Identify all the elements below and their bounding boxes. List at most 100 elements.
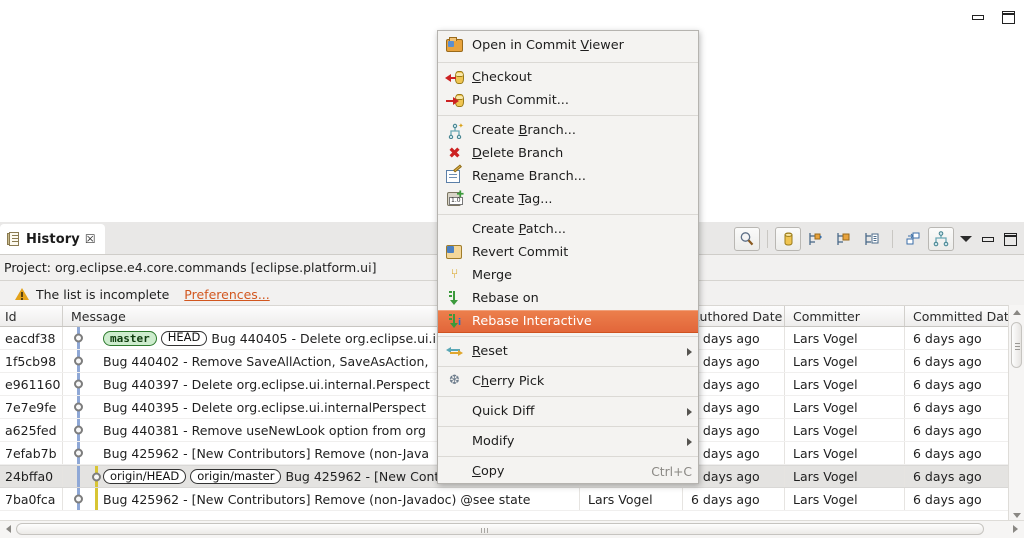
menu-separator (438, 366, 698, 367)
menu-item-create-patch[interactable]: Create Patch... (438, 218, 698, 241)
cell-committer: Lars Vogel (785, 466, 905, 487)
view-toolbar (734, 225, 1020, 253)
column-header-committed-date[interactable]: Committed Date (905, 306, 1009, 326)
vertical-scroll-thumb[interactable] (1011, 322, 1022, 368)
view-minimize-icon[interactable] (978, 228, 998, 250)
menu-item-label: Modify (472, 434, 515, 449)
menu-item-label: Create Tag... (472, 192, 553, 207)
cell-id: eacdf38 (0, 327, 63, 349)
menu-item-checkout[interactable]: Checkout (438, 66, 698, 89)
menu-item-open-in-commit-viewer[interactable]: Open in Commit Viewer (438, 31, 698, 59)
ref-badge: origin/master (190, 469, 282, 484)
commit-graph-lane (63, 442, 103, 464)
menu-item-label: Copy (472, 464, 505, 479)
menu-item-label: Rename Branch... (472, 169, 586, 184)
menu-item-label: Quick Diff (472, 404, 535, 419)
no-icon (446, 403, 464, 420)
cell-committed-date: 6 days ago (913, 376, 982, 392)
submenu-arrow-icon (687, 437, 692, 446)
view-menu-icon[interactable] (956, 228, 976, 250)
menu-separator (438, 426, 698, 427)
minimize-icon[interactable] (970, 9, 986, 25)
horizontal-scrollbar[interactable] (0, 520, 1024, 538)
preferences-link[interactable]: Preferences... (184, 287, 269, 302)
revert-commit-icon (446, 244, 464, 261)
rebase-icon (446, 290, 464, 307)
menu-separator (438, 456, 698, 457)
cell-id: 7e7e9fe (0, 396, 63, 418)
menu-item-label: Revert Commit (472, 245, 569, 260)
menu-item-label: Cherry Pick (472, 374, 545, 389)
maximize-icon[interactable] (1000, 9, 1016, 25)
column-header-committer[interactable]: Committer (785, 306, 905, 326)
compare-mode-icon[interactable] (900, 227, 926, 251)
cell-committed-date: 6 days ago (913, 445, 982, 461)
commit-message: Bug 440405 - Delete org.eclipse.ui.i (211, 330, 436, 346)
commit-message: Bug 440402 - Remove SaveAllAction, SaveA… (103, 353, 429, 369)
menu-item-rebase-interactive[interactable]: i Rebase Interactive (438, 310, 698, 333)
cell-committed-date: 6 days ago (913, 491, 982, 507)
commit-graph-lane (63, 396, 103, 418)
svg-text:✦: ✦ (458, 122, 464, 130)
open-folder-icon (446, 36, 464, 54)
checkout-icon (445, 69, 464, 86)
scroll-right-icon[interactable] (1008, 521, 1022, 537)
scroll-up-icon[interactable] (1009, 305, 1024, 320)
show-all-branches-icon[interactable] (928, 227, 954, 251)
commit-message: Bug 440397 - Delete org.eclipse.ui.inter… (103, 376, 430, 392)
menu-item-copy[interactable]: Copy Ctrl+C (438, 460, 698, 483)
menu-item-label: Rebase on (472, 291, 539, 306)
filter-repository-icon[interactable] (775, 227, 801, 251)
no-icon (446, 463, 464, 480)
filter-folder-icon[interactable] (831, 227, 857, 251)
cell-id: 1f5cb98 (0, 350, 63, 372)
menu-separator (438, 62, 698, 63)
reset-icon (446, 343, 464, 360)
commit-graph-lane (63, 419, 103, 441)
warning-label: The list is incomplete (36, 286, 170, 302)
find-icon[interactable] (734, 227, 760, 251)
close-icon[interactable]: ☒ (85, 233, 96, 245)
menu-item-quick-diff[interactable]: Quick Diff (438, 400, 698, 423)
create-tag-icon: 1.0 ✚ (446, 191, 464, 208)
cell-committer: Lars Vogel (785, 350, 905, 372)
menu-separator (438, 214, 698, 215)
menu-item-delete-branch[interactable]: ✖ Delete Branch (438, 142, 698, 165)
cell-committed-date: 6 days ago (913, 353, 982, 369)
commit-message: Bug 425962 - [New Contributors] Remove (… (103, 491, 531, 507)
menu-separator (438, 115, 698, 116)
menu-item-rename-branch[interactable]: Rename Branch... (438, 164, 698, 188)
view-maximize-icon[interactable] (1000, 228, 1020, 250)
cell-authored-date: 6 days ago (683, 488, 785, 510)
cell-id: a625fed (0, 419, 63, 441)
rebase-interactive-icon: i (446, 313, 464, 330)
menu-item-cherry-pick[interactable]: ❆ Cherry Pick (438, 370, 698, 393)
ref-badge: master (103, 330, 157, 346)
table-row[interactable]: 7ba0fca Bug 425962 - [New Contributors] R… (0, 488, 1024, 511)
tab-history[interactable]: History ☒ (0, 224, 105, 254)
cell-committer: Lars Vogel (785, 327, 905, 349)
menu-item-reset[interactable]: Reset (438, 340, 698, 363)
menu-item-label: Open in Commit Viewer (472, 37, 624, 53)
menu-item-merge[interactable]: ⑂ Merge (438, 264, 698, 287)
application-window: History ☒ Project: org.eclipse.e4.core.c… (0, 0, 1024, 538)
menu-item-create-branch[interactable]: ✦ Create Branch... (438, 119, 698, 142)
message-text: Bug 425962 - [New Contributors] Remove (… (103, 492, 579, 507)
menu-item-revert-commit[interactable]: Revert Commit (438, 241, 698, 264)
cell-committer: Lars Vogel (785, 442, 905, 464)
cell-id: e961160 (0, 373, 63, 395)
column-header-id[interactable]: Id (0, 306, 63, 326)
menu-item-create-tag[interactable]: 1.0 ✚ Create Tag... (438, 188, 698, 211)
menu-item-label: Create Branch... (472, 123, 576, 138)
horizontal-scroll-thumb[interactable] (16, 523, 984, 535)
menu-item-label: Reset (472, 344, 508, 359)
filter-project-icon[interactable] (803, 227, 829, 251)
commit-graph-lane (63, 373, 103, 395)
vertical-scrollbar[interactable] (1008, 305, 1024, 523)
filter-file-icon[interactable] (859, 227, 885, 251)
scroll-left-icon[interactable] (1, 521, 15, 537)
menu-item-rebase-on[interactable]: Rebase on (438, 287, 698, 310)
menu-item-modify[interactable]: Modify (438, 430, 698, 453)
menu-item-push-commit[interactable]: Push Commit... (438, 89, 698, 112)
menu-separator (438, 396, 698, 397)
